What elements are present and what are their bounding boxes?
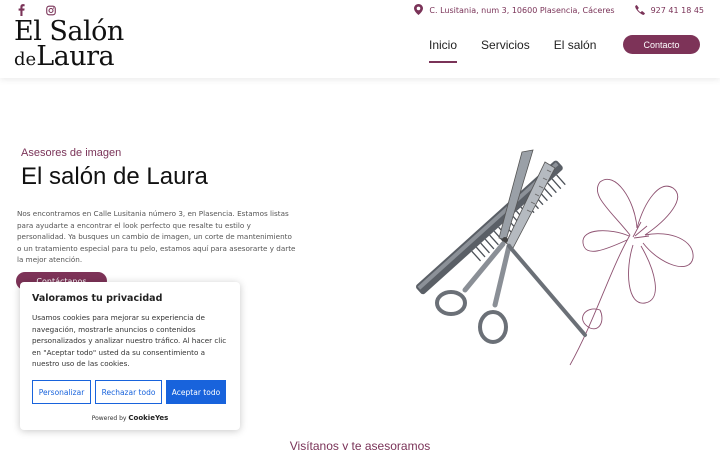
- nav-inicio[interactable]: Inicio: [429, 38, 458, 63]
- customize-cookies-button[interactable]: Personalizar: [32, 380, 91, 404]
- hero-description: Nos encontramos en Calle Lusitania númer…: [17, 209, 296, 265]
- site-logo[interactable]: El Salón deLaura: [14, 18, 124, 70]
- cookieyes-powered-by[interactable]: Powered by CookieYes: [20, 414, 240, 422]
- nav-el-salon[interactable]: El salón: [554, 38, 597, 57]
- location-pin-icon: [414, 4, 424, 17]
- cookie-consent-banner: Valoramos tu privacidad Usamos cookies p…: [20, 282, 240, 430]
- logo-line-2: deLaura: [14, 43, 124, 70]
- reject-all-button[interactable]: Rechazar todo: [95, 380, 162, 404]
- logo-de: de: [14, 49, 37, 70]
- accept-all-button[interactable]: Aceptar todo: [166, 380, 226, 404]
- facebook-icon[interactable]: [16, 4, 26, 16]
- contact-info-bar: C. Lusitania, num 3, 10600 Plasencia, Cá…: [414, 4, 704, 17]
- phone-number[interactable]: 927 41 18 45: [651, 6, 704, 15]
- phone-icon: [634, 4, 645, 17]
- cookie-buttons: Personalizar Rechazar todo Aceptar todo: [32, 380, 226, 404]
- hero-eyebrow: Asesores de imagen: [21, 147, 122, 159]
- address-text[interactable]: C. Lusitania, num 3, 10600 Plasencia, Cá…: [429, 6, 614, 15]
- instagram-icon[interactable]: [46, 4, 56, 16]
- site-header: C. Lusitania, num 3, 10600 Plasencia, Cá…: [0, 0, 720, 78]
- scissors-comb-flower-illustration: [416, 149, 694, 366]
- nav-servicios[interactable]: Servicios: [481, 38, 530, 57]
- cookie-title: Valoramos tu privacidad: [32, 293, 163, 304]
- logo-laura: Laura: [36, 41, 115, 72]
- powered-by-text: Powered by: [91, 415, 127, 422]
- cookie-text: Usamos cookies para mejorar su experienc…: [32, 313, 227, 369]
- contact-button[interactable]: Contacto: [623, 35, 700, 54]
- main-nav: Inicio Servicios El salón: [429, 38, 597, 63]
- section-title-visit: Visítanos y te asesoramos: [289, 439, 431, 450]
- cookieyes-brand: CookieYes: [128, 414, 169, 422]
- social-links: [16, 4, 56, 16]
- hero-title: El salón de Laura: [21, 163, 208, 190]
